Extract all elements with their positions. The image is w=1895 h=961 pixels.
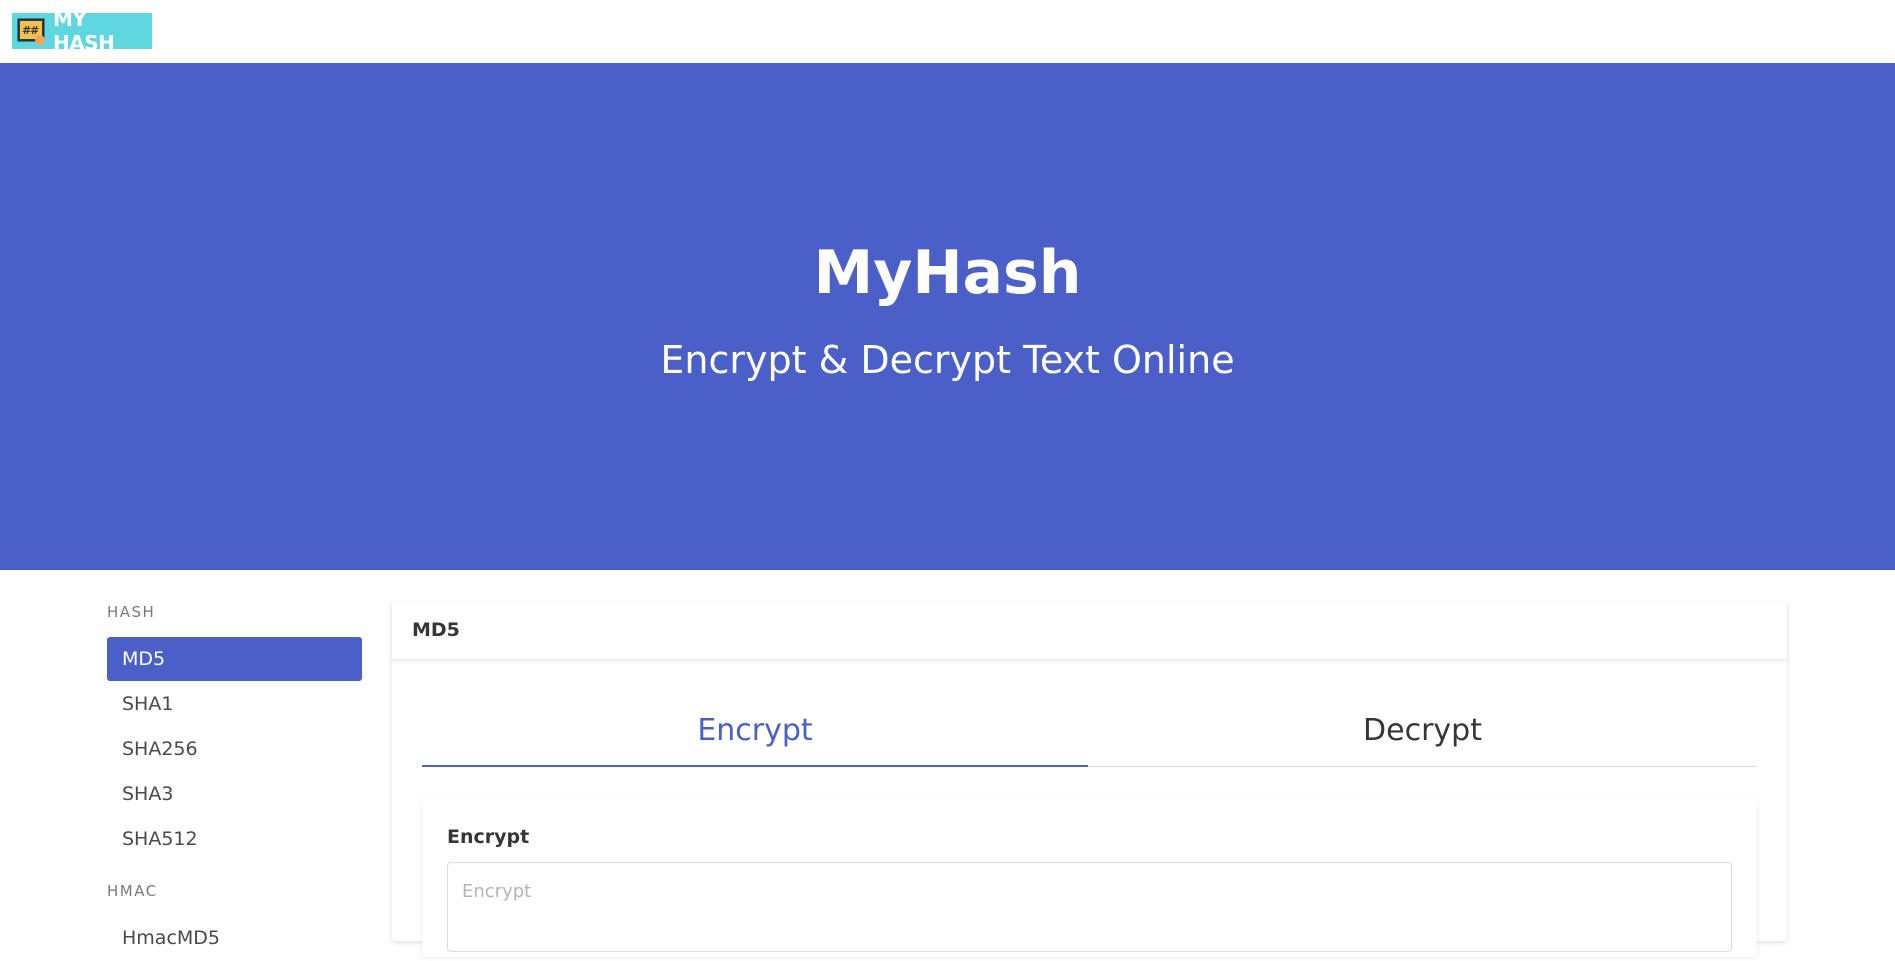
hash-pointer-logo-icon: # # — [17, 17, 47, 45]
menu-item-sha512[interactable]: SHA512 — [107, 817, 362, 861]
brand-logo-link[interactable]: # # MY HASH — [12, 7, 152, 55]
menu-item-md5[interactable]: MD5 — [107, 637, 362, 681]
menu-item-sha1[interactable]: SHA1 — [107, 682, 362, 726]
encrypt-field-label: Encrypt — [447, 826, 530, 848]
encrypt-input[interactable] — [447, 862, 1732, 952]
menu-item-sha3[interactable]: SHA3 — [107, 772, 362, 816]
encrypt-panel: Encrypt — [422, 797, 1757, 957]
menu-label-hash: HASH — [107, 603, 156, 621]
menu-label-hmac: HMAC — [107, 882, 158, 900]
card-title: MD5 — [412, 619, 460, 641]
tab-encrypt[interactable]: Encrypt — [422, 696, 1088, 767]
menu-item-sha256[interactable]: SHA256 — [107, 727, 362, 771]
hero-banner: MyHash Encrypt & Decrypt Text Online — [0, 63, 1895, 570]
card-header: MD5 — [392, 601, 1787, 660]
hero-subtitle: Encrypt & Decrypt Text Online — [660, 338, 1235, 382]
hmac-menu-list: HmacMD5 — [107, 916, 362, 960]
svg-text:#: # — [30, 24, 39, 37]
brand-label: MY HASH — [53, 7, 115, 55]
algorithm-card: MD5 Encrypt Decrypt Encrypt — [392, 601, 1787, 957]
menu-item-hmacmd5[interactable]: HmacMD5 — [107, 916, 362, 960]
mode-tabs: Encrypt Decrypt — [422, 696, 1757, 767]
tab-decrypt[interactable]: Decrypt — [1088, 696, 1757, 766]
hero-title: MyHash — [813, 238, 1082, 308]
hash-menu-list: MD5 SHA1 SHA256 SHA3 SHA512 — [107, 637, 362, 861]
algorithm-menu: HASH MD5 SHA1 SHA256 SHA3 SHA512 HMAC Hm… — [107, 600, 362, 961]
top-navbar: # # MY HASH — [0, 0, 1895, 63]
